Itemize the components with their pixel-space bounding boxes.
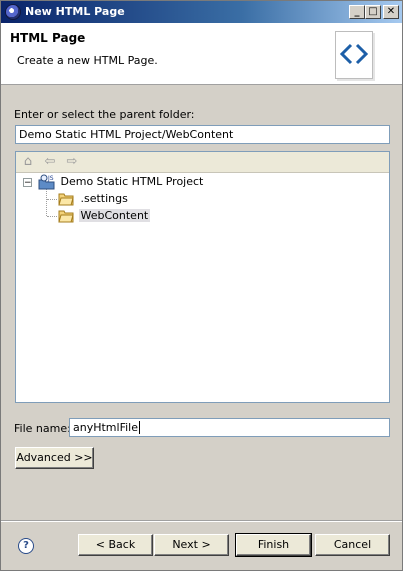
- back-button[interactable]: < Back: [78, 534, 153, 556]
- tree-node-webcontent[interactable]: WebContent: [58, 208, 151, 224]
- parent-folder-label: Enter or select the parent folder:: [14, 108, 195, 121]
- wizard-header: HTML Page Create a new HTML Page.: [1, 23, 402, 85]
- back-arrow-icon[interactable]: ⇦: [42, 155, 58, 169]
- folder-tree[interactable]: ⌂ ⇦ ⇨ − JS Demo Static HTML Project .set…: [15, 151, 390, 403]
- close-button[interactable]: ✕: [383, 5, 399, 19]
- project-icon: JS: [38, 174, 55, 190]
- folder-icon: [58, 193, 74, 206]
- eclipse-icon: [5, 4, 21, 20]
- tree-node-project-label: Demo Static HTML Project: [60, 175, 204, 188]
- html-file-banner-icon: [335, 31, 373, 79]
- file-name-input[interactable]: anyHtmlFile: [69, 418, 390, 437]
- home-icon[interactable]: ⌂: [20, 155, 36, 169]
- window-title: New HTML Page: [25, 5, 125, 18]
- new-html-page-dialog: New HTML Page _ □ ✕ HTML Page Create a n…: [0, 0, 403, 571]
- tree-node-project[interactable]: JS Demo Static HTML Project: [38, 174, 203, 190]
- folder-icon: [58, 210, 74, 223]
- next-button[interactable]: Next >: [154, 534, 229, 556]
- help-icon[interactable]: ?: [18, 538, 34, 554]
- parent-folder-input[interactable]: Demo Static HTML Project/WebContent: [15, 125, 390, 144]
- minimize-button[interactable]: _: [349, 5, 365, 19]
- maximize-button[interactable]: □: [365, 5, 381, 19]
- tree-toolbar: ⌂ ⇦ ⇨: [16, 152, 389, 173]
- tree-node-webcontent-label: WebContent: [78, 209, 151, 222]
- file-name-label: File name:: [14, 422, 71, 435]
- page-title: HTML Page: [10, 31, 86, 45]
- advanced-button[interactable]: Advanced >>: [15, 447, 94, 469]
- page-description: Create a new HTML Page.: [17, 54, 158, 67]
- footer-separator: [1, 520, 402, 522]
- tree-node-settings-label: .settings: [80, 192, 128, 205]
- tree-node-settings[interactable]: .settings: [58, 191, 128, 207]
- finish-button[interactable]: Finish: [235, 533, 312, 557]
- file-name-value: anyHtmlFile: [73, 421, 138, 434]
- svg-text:JS: JS: [47, 175, 54, 182]
- tree-root-expander[interactable]: −: [23, 178, 32, 188]
- cancel-button[interactable]: Cancel: [315, 534, 390, 556]
- forward-arrow-icon[interactable]: ⇨: [64, 155, 80, 169]
- title-bar[interactable]: New HTML Page _ □ ✕: [1, 1, 402, 23]
